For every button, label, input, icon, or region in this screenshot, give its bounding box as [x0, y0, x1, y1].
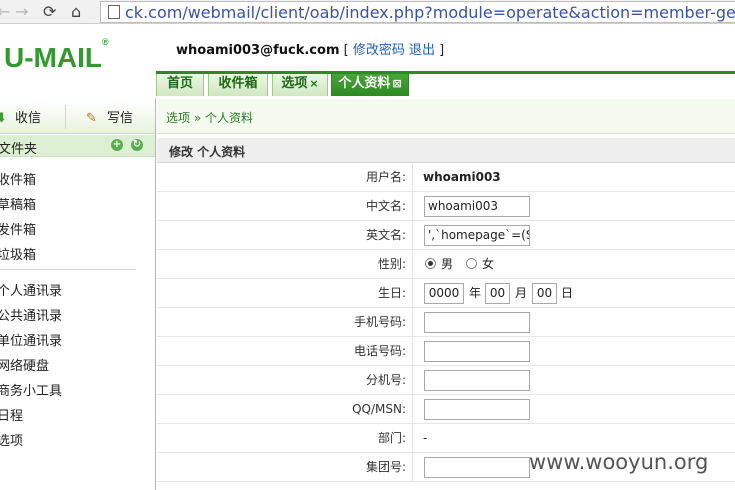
form-row-en-name: 英文名: ',`homepage`=(SI	[157, 221, 735, 250]
section-header: 修改 个人资料	[157, 138, 735, 163]
home-icon[interactable]: ⌂	[71, 2, 81, 22]
back-arrow-icon[interactable]: ←	[0, 2, 10, 22]
birth-year-input[interactable]: 0000	[424, 283, 464, 304]
username-value: whoami003	[423, 170, 501, 184]
divider	[65, 105, 66, 129]
phone-input[interactable]	[424, 341, 530, 362]
breadcrumb[interactable]: 选项 » 个人资料	[166, 109, 253, 126]
refresh-icon[interactable]: ↻	[131, 139, 143, 151]
en-name-label: 英文名:	[157, 221, 413, 249]
section-title: 修改 个人资料	[169, 145, 246, 159]
gender-label: 性别:	[157, 250, 413, 278]
mobile-input[interactable]	[424, 312, 530, 333]
receive-button[interactable]: ⬇ 收信	[0, 107, 41, 126]
dept-value: -	[423, 431, 428, 445]
sidebar: ⬇ 收信 ✎ 写信 文件夹 + ↻ 收件箱 草稿箱 发件箱 垃圾箱 个人通讯录 …	[0, 99, 156, 490]
add-folder-icon[interactable]: +	[111, 139, 123, 151]
user-email: whoami003@fuck.com	[176, 43, 340, 58]
group-input[interactable]	[424, 457, 530, 478]
url-text[interactable]: ck.com/webmail/client/oab/index.php?modu…	[125, 3, 735, 22]
folder-header: 文件夹 + ↻	[0, 135, 155, 157]
sidebar-item-options[interactable]: 选项	[0, 430, 23, 449]
breadcrumb-bar: 选项 » 个人资料	[157, 99, 735, 134]
ext-label: 分机号:	[157, 366, 413, 394]
sidebar-item-calendar[interactable]: 日程	[0, 405, 23, 424]
page-icon	[108, 5, 120, 19]
sidebar-item-trash[interactable]: 垃圾箱	[0, 244, 36, 263]
sidebar-item-drafts[interactable]: 草稿箱	[0, 194, 36, 213]
tab-underline	[156, 71, 735, 74]
logout-link[interactable]: 退出	[409, 43, 435, 58]
compose-button[interactable]: ✎ 写信	[86, 107, 133, 126]
cn-name-label: 中文名:	[157, 192, 413, 220]
user-line: whoami003@fuck.com [ 修改密码 退出 ]	[176, 43, 445, 58]
tab-profile[interactable]: 个人资料 ⊠	[331, 71, 409, 96]
cn-name-input[interactable]: whoami003	[424, 196, 530, 217]
form-row-username: 用户名: whoami003	[157, 163, 735, 192]
sidebar-item-netdisk[interactable]: 网络硬盘	[0, 355, 49, 374]
gender-female-label: 女	[482, 257, 495, 271]
tab-home[interactable]: 首页	[156, 71, 204, 96]
dept-label: 部门:	[157, 424, 413, 452]
day-unit: 日	[561, 286, 574, 300]
divider	[0, 269, 136, 270]
umail-logo: U-MAIL®	[4, 36, 109, 73]
form-row-mobile: 手机号码:	[157, 308, 735, 337]
download-arrow-icon: ⬇	[0, 111, 7, 126]
gender-male-radio[interactable]	[425, 258, 436, 269]
birth-day-input[interactable]: 00	[532, 283, 557, 304]
app-header: U-MAIL® whoami003@fuck.com [ 修改密码 退出 ] 首…	[0, 24, 735, 96]
sidebar-item-business-tools[interactable]: 商务小工具	[0, 380, 62, 399]
address-bar[interactable]: ck.com/webmail/client/oab/index.php?modu…	[100, 1, 735, 23]
compose-pencil-icon: ✎	[86, 111, 97, 126]
birth-month-input[interactable]: 00	[485, 283, 510, 304]
year-unit: 年	[469, 286, 482, 300]
browser-toolbar: ← → ⟳ ⌂ ck.com/webmail/client/oab/index.…	[0, 0, 735, 24]
tab-options[interactable]: 选项 ×	[272, 71, 328, 96]
month-unit: 月	[515, 286, 528, 300]
form-row-ext: 分机号:	[157, 366, 735, 395]
sidebar-item-personal-contacts[interactable]: 个人通讯录	[0, 280, 62, 299]
form-row-qq: QQ/MSN:	[157, 395, 735, 424]
form-row-dept: 部门: -	[157, 424, 735, 453]
tab-inbox[interactable]: 收件箱	[208, 71, 268, 96]
birthday-label: 生日:	[157, 279, 413, 307]
username-label: 用户名:	[157, 163, 413, 191]
form-row-gender: 性别: 男 女	[157, 250, 735, 279]
watermark: www.wooyun.org	[529, 450, 709, 474]
gender-male-label: 男	[441, 257, 454, 271]
sidebar-item-sent[interactable]: 发件箱	[0, 219, 36, 238]
ext-input[interactable]	[424, 370, 530, 391]
sidebar-item-public-contacts[interactable]: 公共通讯录	[0, 305, 62, 324]
form-row-cn-name: 中文名: whoami003	[157, 192, 735, 221]
close-icon[interactable]: ⊠	[392, 77, 401, 90]
gender-female-radio[interactable]	[466, 258, 477, 269]
close-icon[interactable]: ×	[309, 77, 318, 90]
qq-input[interactable]	[424, 399, 530, 420]
qq-label: QQ/MSN:	[157, 395, 413, 423]
phone-label: 电话号码:	[157, 337, 413, 365]
group-label: 集团号:	[157, 453, 413, 481]
sidebar-actions: ⬇ 收信 ✎ 写信	[0, 99, 155, 134]
form-row-phone: 电话号码:	[157, 337, 735, 366]
en-name-input[interactable]: ',`homepage`=(SI	[424, 225, 530, 246]
mobile-label: 手机号码:	[157, 308, 413, 336]
sidebar-item-org-contacts[interactable]: 单位通讯录	[0, 330, 62, 349]
folder-header-label: 文件夹	[0, 142, 38, 157]
change-password-link[interactable]: 修改密码	[353, 43, 405, 58]
reload-icon[interactable]: ⟳	[43, 2, 56, 22]
sidebar-item-inbox[interactable]: 收件箱	[0, 169, 36, 188]
forward-arrow-icon[interactable]: →	[15, 2, 28, 22]
form-row-birthday: 生日: 0000 年 00 月 00 日	[157, 279, 735, 308]
